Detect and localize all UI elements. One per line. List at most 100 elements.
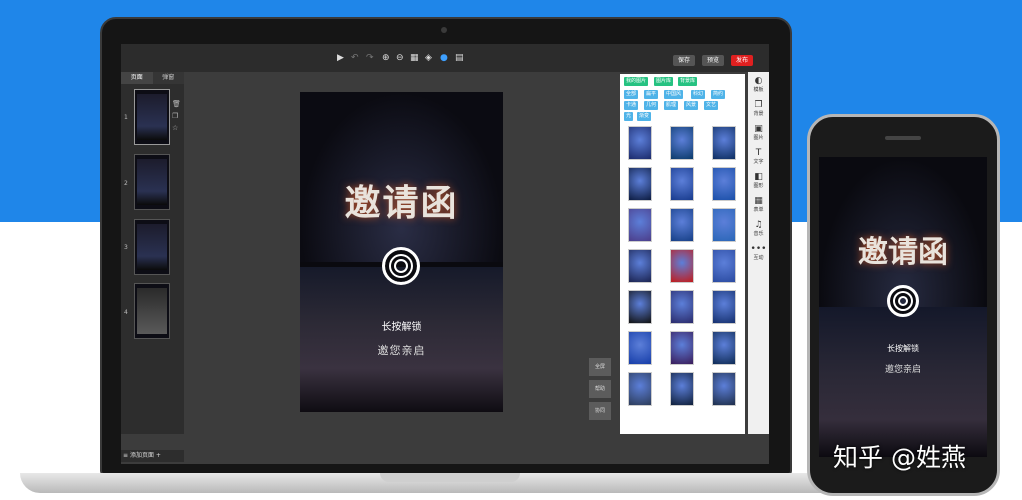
page-number: 1 <box>124 114 128 121</box>
image-thumbnail[interactable] <box>670 208 694 242</box>
image-thumbnail[interactable] <box>628 126 652 160</box>
image-thumbnail[interactable] <box>712 331 736 365</box>
category-tag[interactable]: 文艺 <box>704 101 719 110</box>
image-thumbnail[interactable] <box>670 372 694 406</box>
background-icon: ❐ <box>754 100 763 110</box>
tab-pages[interactable]: 页面 <box>121 72 153 84</box>
category-tag[interactable]: 简约 <box>711 90 726 99</box>
image-thumbnail[interactable] <box>712 208 736 242</box>
play-icon[interactable]: ▶ <box>337 53 344 63</box>
image-thumbnail[interactable] <box>628 167 652 201</box>
zoom-out-icon[interactable]: ⊖ <box>396 53 404 63</box>
page-thumbnail-2[interactable] <box>134 154 170 210</box>
category-tag[interactable]: 科幻 <box>691 90 706 99</box>
tab-image-library[interactable]: 图片库 <box>654 77 674 86</box>
toolbar-item-shapes[interactable]: ◧ 图形 <box>748 172 769 189</box>
phone-press-unlock-text: 长按解锁 <box>887 344 919 353</box>
toolbar-item-forms[interactable]: ▦ 表单 <box>748 196 769 213</box>
music-icon: ♫ <box>754 220 763 230</box>
page-canvas[interactable]: 邀请函 长按解锁 邀您亲启 <box>300 92 503 412</box>
image-thumbnail[interactable] <box>712 126 736 160</box>
press-unlock-text[interactable]: 长按解锁 <box>300 318 503 333</box>
preview-button[interactable]: 预览 <box>702 55 725 66</box>
ps-icon[interactable]: ● <box>440 53 448 63</box>
list-icon: ≡ <box>123 452 130 459</box>
page-thumbnail-1[interactable] <box>134 89 170 145</box>
image-thumbnail[interactable] <box>712 249 736 283</box>
collaborate-button[interactable]: 协同 <box>589 402 611 420</box>
more-icon: ••• <box>750 244 767 254</box>
editor-screen: ▶ ↶ ↷ ⊕ ⊖ ▦ ◈ ● ▤ 保存 预览 发布 页面 弹窗 🗑 ❐ ☆ 1… <box>121 44 769 464</box>
star-page-icon[interactable]: ☆ <box>172 124 178 132</box>
category-tag[interactable]: 扁平 <box>644 90 659 99</box>
category-tag[interactable]: 几何 <box>644 101 659 110</box>
export-icon[interactable]: ▤ <box>455 53 464 63</box>
image-thumbnail[interactable] <box>628 290 652 324</box>
toolbar-item-label: 图形 <box>753 183 764 189</box>
copy-page-icon[interactable]: ❐ <box>172 112 178 120</box>
image-thumbnail[interactable] <box>670 126 694 160</box>
delete-page-icon[interactable]: 🗑 <box>172 100 181 108</box>
invite-text[interactable]: 邀您亲启 <box>300 342 503 358</box>
camera-icon <box>441 27 447 33</box>
toolbar-item-interaction[interactable]: ••• 互动 <box>748 244 769 261</box>
image-thumbnail[interactable] <box>712 290 736 324</box>
image-icon: ▣ <box>754 124 763 134</box>
category-tag[interactable]: 全部 <box>624 90 639 99</box>
category-tag[interactable]: 光 <box>624 112 634 121</box>
image-library-panel: 我的图片 图片库 背景库 全部 扁平 中国风 科幻 简约 卡通 几何 肌理 风景… <box>620 74 745 434</box>
image-thumbnail[interactable] <box>712 372 736 406</box>
fullscreen-button[interactable]: 全屏 <box>589 358 611 376</box>
toolbar-item-background[interactable]: ❐ 背景 <box>748 100 769 117</box>
toolbar-item-images[interactable]: ▣ 图片 <box>748 124 769 141</box>
publish-button[interactable]: 发布 <box>731 55 754 66</box>
phone-fingerprint-icon[interactable] <box>887 285 919 317</box>
invitation-title[interactable]: 邀请函 <box>300 174 503 226</box>
image-thumbnail[interactable] <box>670 331 694 365</box>
category-tag[interactable]: 渐变 <box>637 112 652 121</box>
tab-background-library[interactable]: 背景库 <box>678 77 698 86</box>
right-toolbar: ◐ 模板 ❐ 背景 ▣ 图片 T 文字 ◧ 图形 ▦ 表单 ♫ 音乐 ••• 互动 <box>748 72 769 434</box>
help-button[interactable]: 帮助 <box>589 380 611 398</box>
fingerprint-icon[interactable] <box>382 247 420 285</box>
image-thumbnail[interactable] <box>628 208 652 242</box>
grid-icon[interactable]: ▦ <box>410 53 419 63</box>
image-thumbnail[interactable] <box>628 331 652 365</box>
toolbar-item-templates[interactable]: ◐ 模板 <box>748 76 769 93</box>
redo-icon[interactable]: ↷ <box>366 53 374 63</box>
page-thumbnail-3[interactable] <box>134 219 170 275</box>
toolbar-item-label: 背景 <box>753 111 764 117</box>
page-number: 4 <box>124 309 128 316</box>
toolbar-item-music[interactable]: ♫ 音乐 <box>748 220 769 237</box>
plus-icon: + <box>155 452 161 459</box>
image-thumbnail[interactable] <box>712 167 736 201</box>
image-thumbnail[interactable] <box>670 167 694 201</box>
toolbar-item-label: 文字 <box>753 159 764 165</box>
page-panel-tabs: 页面 弹窗 <box>121 72 184 84</box>
image-thumbnail[interactable] <box>670 290 694 324</box>
add-page-button[interactable]: ≡ 添加页面 + <box>121 450 184 462</box>
page-panel: 页面 弹窗 🗑 ❐ ☆ 1 2 3 4 ≡ 添加页面 + <box>121 72 184 462</box>
image-thumbnail[interactable] <box>628 372 652 406</box>
page-thumbnail-4[interactable] <box>134 283 170 339</box>
thumbnail-preview <box>137 94 167 140</box>
category-tag[interactable]: 卡通 <box>624 101 639 110</box>
undo-icon[interactable]: ↶ <box>351 53 359 63</box>
category-tag[interactable]: 中国风 <box>664 90 684 99</box>
phone-invite-text: 邀您亲启 <box>884 365 921 375</box>
save-button[interactable]: 保存 <box>673 55 696 66</box>
toolbar-item-label: 模板 <box>753 87 764 93</box>
image-thumbnail[interactable] <box>628 249 652 283</box>
toolbar-item-text[interactable]: T 文字 <box>748 148 769 165</box>
phone-screen: 邀请函 长按解锁 邀您亲启 <box>819 157 987 457</box>
laptop-notch <box>380 473 520 482</box>
category-tag[interactable]: 风景 <box>684 101 699 110</box>
shape-icon: ◧ <box>754 172 763 182</box>
layers-icon[interactable]: ◈ <box>425 53 432 63</box>
tab-my-images[interactable]: 我的图片 <box>624 77 649 86</box>
page-number: 3 <box>124 244 128 251</box>
image-thumbnail[interactable] <box>670 249 694 283</box>
zoom-in-icon[interactable]: ⊕ <box>382 53 390 63</box>
category-tag[interactable]: 肌理 <box>664 101 679 110</box>
tab-popups[interactable]: 弹窗 <box>153 72 185 84</box>
